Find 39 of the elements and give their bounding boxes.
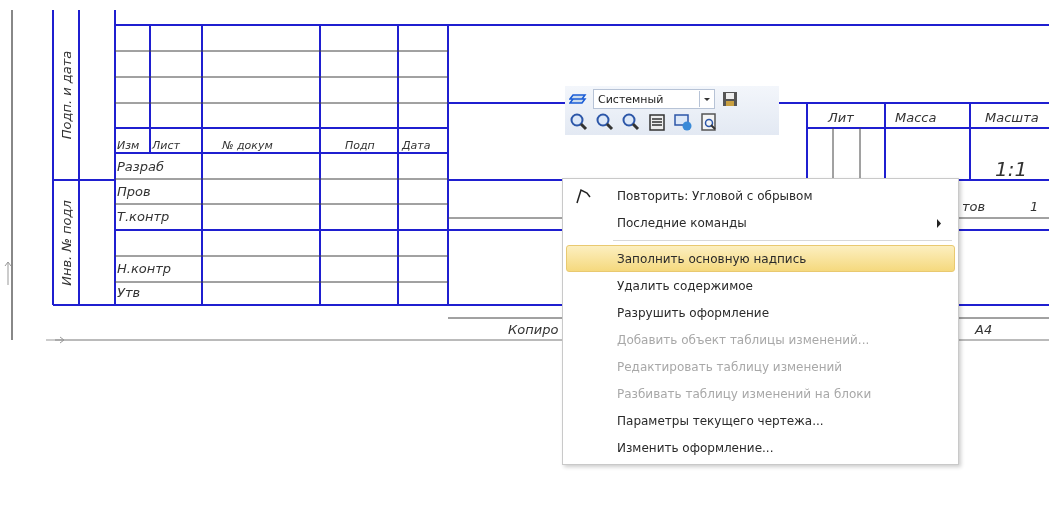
- row-label: Т.контр: [117, 209, 170, 224]
- menu-item[interactable]: Последние команды: [566, 209, 955, 236]
- column-header: Подп: [345, 139, 375, 152]
- row-label: Утв: [117, 285, 141, 300]
- column-header: Дата: [402, 139, 431, 152]
- save-icon[interactable]: [721, 90, 739, 108]
- menu-item[interactable]: Повторить: Угловой с обрывом: [566, 182, 955, 209]
- menu-item[interactable]: Заполнить основную надпись: [566, 245, 955, 272]
- scale-value: 1:1: [995, 157, 1028, 181]
- row-label: Пров: [117, 184, 151, 199]
- format-label: А4: [975, 322, 993, 337]
- column-header: Масшта: [985, 110, 1039, 125]
- axis-icon: [45, 336, 65, 344]
- menu-item[interactable]: Разрушить оформление: [566, 299, 955, 326]
- menu-item[interactable]: Параметры текущего чертежа...: [566, 407, 955, 434]
- document-magnifier-icon[interactable]: [699, 112, 719, 132]
- layers-icon[interactable]: [569, 91, 587, 107]
- column-header: Лист: [152, 139, 180, 152]
- sheets-label: тов: [962, 199, 986, 214]
- polyline-icon: [575, 187, 593, 205]
- magnifier-icon[interactable]: [621, 112, 641, 132]
- submenu-arrow-icon: [936, 219, 942, 228]
- row-label: Разраб: [117, 159, 164, 174]
- row-label: Н.контр: [117, 261, 172, 276]
- magnifier-icon[interactable]: [569, 112, 589, 132]
- menu-item[interactable]: Изменить оформление...: [566, 434, 955, 461]
- document-icon[interactable]: [647, 112, 667, 132]
- side-label: Инв. № подл: [59, 200, 74, 286]
- side-label: Подп. и дата: [59, 50, 74, 140]
- column-header: Масса: [895, 110, 937, 125]
- axis-icon: [4, 261, 12, 286]
- copied-label: Копиро: [508, 322, 559, 337]
- column-header: Изм: [117, 139, 140, 152]
- menu-item[interactable]: Удалить содержимое: [566, 272, 955, 299]
- column-header: № докум: [222, 139, 273, 152]
- column-header: Лит: [828, 110, 854, 125]
- sheets-count: 1: [1030, 199, 1039, 214]
- style-dropdown[interactable]: Системный: [593, 89, 715, 109]
- magnifier-icon[interactable]: [595, 112, 615, 132]
